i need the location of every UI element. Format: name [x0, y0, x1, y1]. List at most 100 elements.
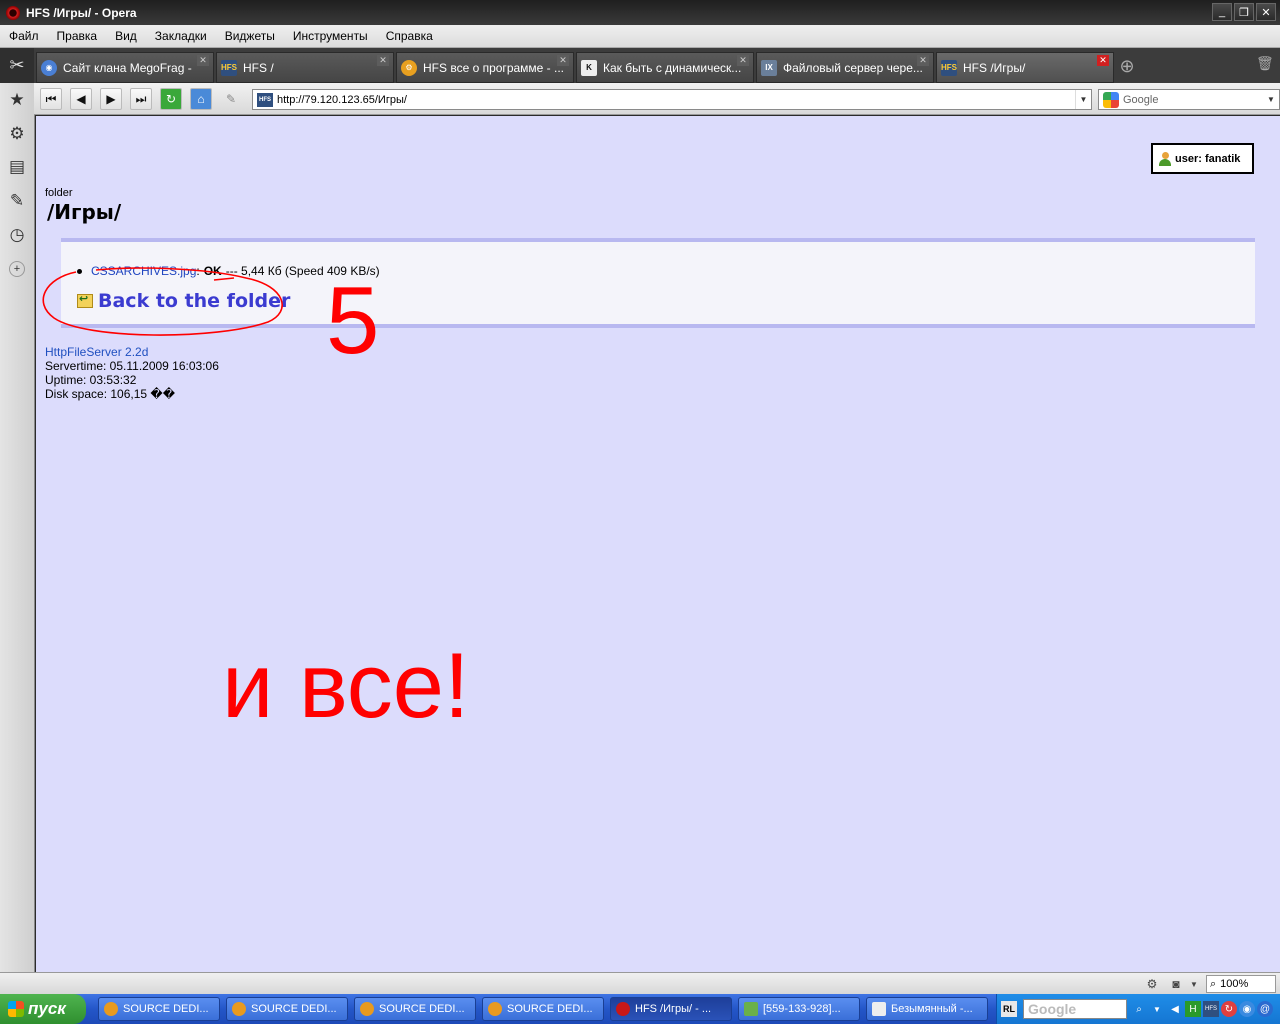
hfs-icon: HFS	[257, 92, 273, 107]
taskbar-item-label: SOURCE DEDI...	[251, 1003, 337, 1015]
paint-icon	[872, 1002, 886, 1016]
maximize-button[interactable]: ❐	[1234, 3, 1254, 21]
close-window-button[interactable]: ✕	[1256, 3, 1276, 21]
tab-dynamic[interactable]: K Как быть с динамическ... ✕	[576, 52, 754, 83]
fast-forward-icon[interactable]: ⏭	[130, 88, 152, 110]
tab-label: Как быть с динамическ...	[603, 60, 742, 75]
tab-close-icon[interactable]: ✕	[377, 55, 389, 66]
taskbar-item[interactable]: Безымянный -...	[866, 997, 988, 1021]
tab-hfs-about[interactable]: ⚙ HFS все о программе - ... ✕	[396, 52, 574, 83]
search-placeholder[interactable]: Google	[1123, 94, 1158, 106]
tab-close-icon[interactable]: ✕	[737, 55, 749, 66]
half-life-icon	[488, 1002, 502, 1016]
window-controls: _ ❐ ✕	[1212, 3, 1276, 21]
menu-bookmarks[interactable]: Закладки	[146, 29, 216, 43]
home-icon[interactable]: ⌂	[190, 88, 212, 110]
menu-edit[interactable]: Правка	[48, 29, 107, 43]
star-icon[interactable]: ★	[4, 87, 30, 113]
network-icon[interactable]: ⚙	[1144, 976, 1160, 992]
rewind-icon[interactable]: ⏮	[40, 88, 62, 110]
taskbar-item-label: SOURCE DEDI...	[123, 1003, 209, 1015]
satellite-icon[interactable]: ✎	[4, 188, 30, 214]
annotation-step-number: 5	[326, 267, 380, 374]
arrow-left-icon[interactable]: ◀	[1167, 1001, 1183, 1017]
at-icon[interactable]: @	[1257, 1001, 1273, 1017]
search-box[interactable]: Google ▼	[1098, 89, 1280, 110]
language-indicator[interactable]: RL	[1001, 1001, 1017, 1017]
window-title: HFS /Игры/ - Opera	[26, 5, 137, 20]
tab-hfs-games[interactable]: HFS HFS /Игры/ ✕	[936, 52, 1114, 83]
back-icon[interactable]: ◀	[70, 88, 92, 110]
taskbar-item[interactable]: SOURCE DEDI...	[98, 997, 220, 1021]
taskbar-item-label: [559-133-928]...	[763, 1003, 841, 1015]
tab-hfs-root[interactable]: HFS HFS / ✕	[216, 52, 394, 83]
side-panel: ★ ⚙ ▤ ✎ ◷ +	[0, 83, 35, 972]
tab-close-icon[interactable]: ✕	[197, 55, 209, 66]
address-bar[interactable]: HFS http://79.120.123.65/Игры/ ▼	[252, 89, 1092, 110]
taskbar-item-label: HFS /Игры/ - ...	[635, 1003, 712, 1015]
google-icon	[1103, 91, 1119, 108]
folder-label: folder	[45, 187, 73, 199]
zoom-control[interactable]: ⌕ 100%	[1206, 975, 1276, 993]
edit-icon[interactable]: ✎	[220, 88, 242, 110]
remote-icon	[744, 1002, 758, 1016]
taskbar-item-opera[interactable]: HFS /Игры/ - ...	[610, 997, 732, 1021]
start-button[interactable]: пуск	[0, 994, 86, 1024]
system-tray: RL Google ⌕ ▼ ◀ H HFS ↻ ◉ @	[996, 994, 1280, 1024]
tab-fileserver[interactable]: IX Файловый сервер чере... ✕	[756, 52, 934, 83]
taskbar-item[interactable]: SOURCE DEDI...	[226, 997, 348, 1021]
taskbar-item-label: SOURCE DEDI...	[507, 1003, 593, 1015]
chevron-down-icon[interactable]: ▼	[1149, 1001, 1165, 1017]
menu-file[interactable]: Файл	[0, 29, 48, 43]
menu-tools[interactable]: Инструменты	[284, 29, 377, 43]
forward-icon[interactable]: ▶	[100, 88, 122, 110]
chevron-down-icon[interactable]: ▼	[1263, 90, 1279, 109]
menu-bar: Файл Правка Вид Закладки Виджеты Инструм…	[0, 25, 1280, 48]
tab-label: Файловый сервер чере...	[783, 60, 923, 75]
add-panel-icon[interactable]: +	[9, 261, 25, 277]
tray-search-input[interactable]: Google	[1023, 999, 1127, 1019]
address-text[interactable]: http://79.120.123.65/Игры/	[277, 94, 407, 106]
annotation-circle	[42, 267, 283, 336]
camera-icon[interactable]: ◙	[1168, 976, 1184, 992]
tab-label: HFS /	[243, 60, 274, 75]
servertime: Servertime: 05.11.2009 16:03:06	[45, 359, 219, 373]
globe-icon: ◉	[41, 59, 57, 76]
globe-icon[interactable]: ◉	[1239, 1001, 1255, 1017]
search-icon[interactable]: ⌕	[1131, 1001, 1147, 1017]
menu-help[interactable]: Справка	[377, 29, 442, 43]
new-tab-icon[interactable]: ⊕	[1112, 54, 1142, 78]
chevron-down-icon[interactable]: ▼	[1075, 90, 1091, 109]
menu-widgets[interactable]: Виджеты	[216, 29, 284, 43]
status-bar: ⚙ ◙ ▼ ⌕ 100%	[0, 972, 1280, 994]
clock-icon[interactable]: ◷	[4, 222, 30, 248]
tab-megofrag[interactable]: ◉ Сайт клана MegoFrag - ✕	[36, 52, 214, 83]
tab-close-icon[interactable]: ✕	[557, 55, 569, 66]
tab-bar: ✂ ◉ Сайт клана MegoFrag - ✕ HFS HFS / ✕ …	[0, 48, 1280, 83]
taskbar-item[interactable]: [559-133-928]...	[738, 997, 860, 1021]
address-toolbar: ⏮ ◀ ▶ ⏭ ↻ ⌂ ✎ HFS http://79.120.123.65/И…	[34, 83, 1280, 115]
user-badge[interactable]: user: fanatik	[1151, 143, 1254, 174]
tab-close-icon[interactable]: ✕	[917, 55, 929, 66]
magnifier-icon: ⌕	[1210, 977, 1217, 990]
taskbar-item[interactable]: SOURCE DEDI...	[354, 997, 476, 1021]
refresh-icon[interactable]: ↻	[1221, 1001, 1237, 1017]
tab-close-icon[interactable]: ✕	[1097, 55, 1109, 66]
h-icon[interactable]: H	[1185, 1001, 1201, 1017]
chevron-down-icon[interactable]: ▼	[1186, 976, 1202, 992]
reload-icon[interactable]: ↻	[160, 88, 182, 110]
minimize-button[interactable]: _	[1212, 3, 1232, 21]
folder-title: /Игры/	[47, 200, 122, 224]
zoom-level: 100%	[1220, 978, 1249, 990]
gear-icon[interactable]: ⚙	[4, 121, 30, 147]
tab-label: HFS все о программе - ...	[423, 60, 564, 75]
user-icon	[1159, 151, 1171, 166]
window-title-bar: HFS /Игры/ - Opera _ ❐ ✕	[0, 0, 1280, 25]
chat-icon[interactable]: ▤	[4, 154, 30, 180]
panel-toggle-icon[interactable]: ✂	[0, 48, 34, 83]
hfs-icon[interactable]: HFS	[1203, 1001, 1219, 1017]
tab-label: HFS /Игры/	[963, 60, 1026, 75]
menu-view[interactable]: Вид	[106, 29, 146, 43]
trash-icon[interactable]: 🗑	[1256, 55, 1274, 75]
taskbar-item[interactable]: SOURCE DEDI...	[482, 997, 604, 1021]
